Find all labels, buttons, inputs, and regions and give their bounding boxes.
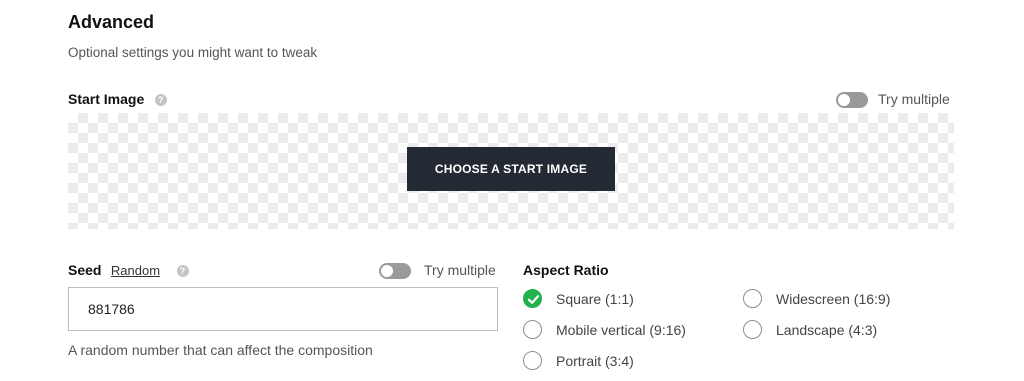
- aspect-option-label: Widescreen (16:9): [776, 290, 891, 307]
- help-icon[interactable]: ?: [176, 264, 189, 277]
- aspect-option-label: Portrait (3:4): [556, 352, 634, 369]
- seed-header: Seed Random ?: [68, 262, 189, 280]
- aspect-option-widescreen[interactable]: Widescreen (16:9): [743, 289, 890, 308]
- seed-help-text: A random number that can affect the comp…: [68, 342, 373, 358]
- toggle-knob: [381, 265, 393, 277]
- aspect-option-mobile-vertical[interactable]: Mobile vertical (9:16): [523, 320, 686, 339]
- seed-random-link[interactable]: Random: [111, 263, 160, 278]
- aspect-option-label: Square (1:1): [556, 290, 634, 307]
- aspect-ratio-label: Aspect Ratio: [523, 262, 609, 278]
- seed-input-value: 881786: [88, 301, 135, 317]
- seed-try-multiple-toggle[interactable]: [379, 263, 411, 279]
- choose-start-image-button[interactable]: CHOOSE A START IMAGE: [407, 147, 615, 191]
- start-image-try-multiple-label: Try multiple: [878, 91, 950, 107]
- start-image-header: Start Image ?: [68, 91, 167, 109]
- help-icon[interactable]: ?: [154, 93, 167, 106]
- aspect-option-landscape[interactable]: Landscape (4:3): [743, 320, 877, 339]
- advanced-subtitle: Optional settings you might want to twea…: [68, 45, 318, 60]
- radio-circle-icon: [523, 320, 542, 339]
- start-image-try-multiple-toggle[interactable]: [836, 92, 868, 108]
- seed-label: Seed: [68, 262, 102, 278]
- toggle-knob: [838, 94, 850, 106]
- seed-try-multiple-label: Try multiple: [424, 262, 496, 278]
- aspect-option-portrait[interactable]: Portrait (3:4): [523, 351, 634, 370]
- aspect-option-label: Mobile vertical (9:16): [556, 321, 686, 338]
- aspect-option-label: Landscape (4:3): [776, 321, 878, 338]
- check-circle-icon: [523, 289, 542, 308]
- start-image-label: Start Image: [68, 91, 145, 107]
- radio-circle-icon: [523, 351, 542, 370]
- aspect-option-square[interactable]: Square (1:1): [523, 289, 634, 308]
- radio-circle-icon: [743, 289, 762, 308]
- advanced-title: Advanced: [68, 12, 155, 32]
- radio-circle-icon: [743, 320, 762, 339]
- seed-input[interactable]: 881786: [68, 287, 498, 331]
